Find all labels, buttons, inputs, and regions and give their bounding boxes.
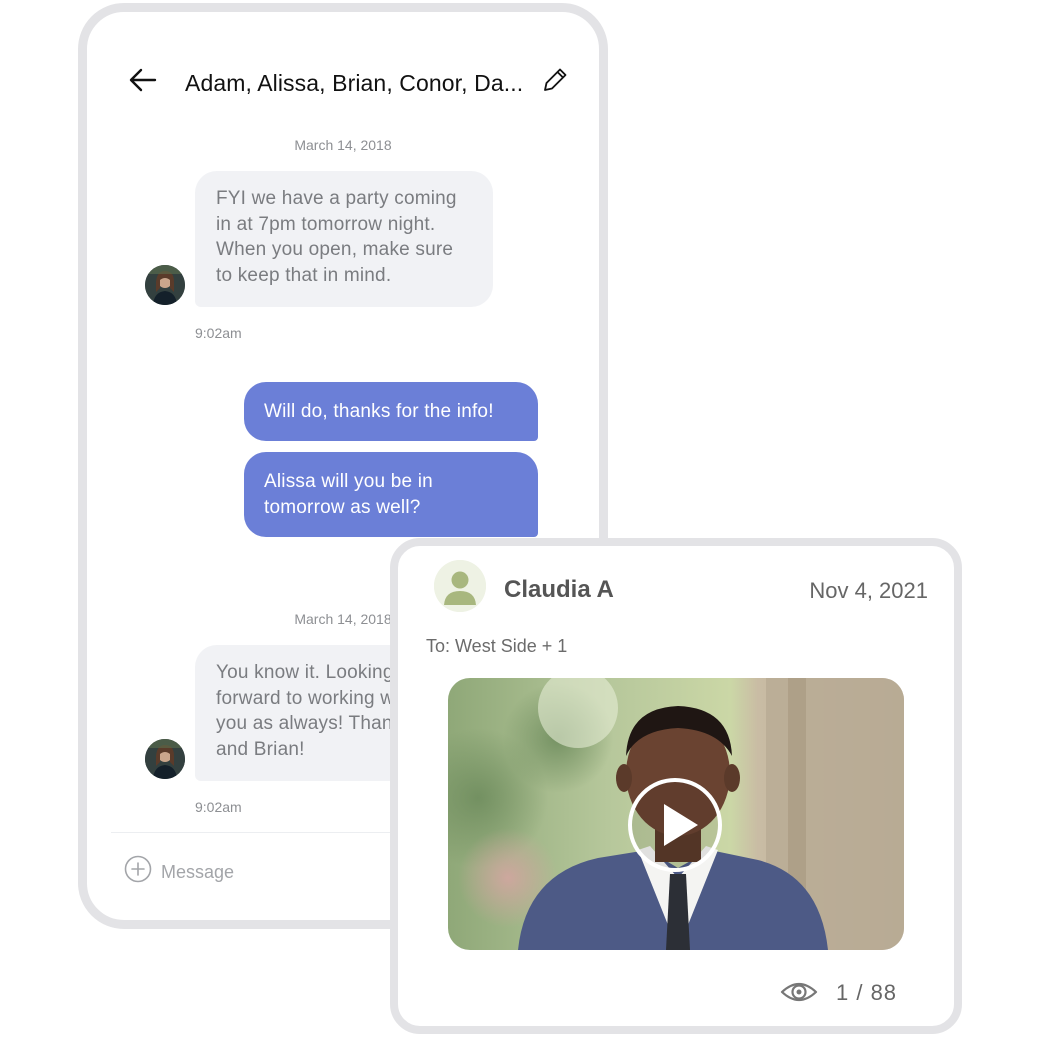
pencil-icon[interactable]	[539, 64, 571, 96]
date-separator: March 14, 2018	[294, 137, 392, 153]
user-avatar-icon	[434, 560, 486, 612]
recipients: To: West Side + 1	[426, 636, 568, 656]
outgoing-message-bubble: Will do, thanks for the info!	[244, 382, 538, 441]
video-thumbnail[interactable]	[448, 678, 904, 950]
chat-title: Adam, Alissa, Brian, Conor, Da...	[185, 70, 524, 96]
message-line: When you open, make sure	[216, 239, 454, 260]
view-count: 1 / 88	[836, 980, 898, 1005]
avatar	[145, 265, 185, 305]
sender-name: Claudia A	[504, 576, 614, 603]
incoming-message-bubble: FYI we have a party coming in at 7pm tom…	[195, 171, 493, 307]
arrow-left-icon[interactable]	[125, 62, 161, 98]
eye-icon	[780, 982, 818, 1002]
sent-date: Nov 4, 2021	[809, 578, 928, 603]
plus-circle-icon[interactable]	[123, 854, 153, 884]
message-line: in at 7pm tomorrow night.	[216, 213, 436, 235]
video-message-card[interactable]: Claudia A Nov 4, 2021 To: West Side + 1	[390, 538, 962, 1034]
outgoing-message-bubble: Alissa will you be in tomorrow as well?	[244, 452, 538, 537]
avatar	[145, 739, 185, 779]
play-icon[interactable]	[626, 776, 724, 874]
message-line: FYI we have a party coming	[216, 188, 457, 209]
message-line: Alissa will you be in	[264, 471, 433, 492]
message-line: tomorrow as well?	[264, 496, 421, 518]
message-line: Will do, thanks for the info!	[264, 401, 494, 422]
message-time: 9:02am	[195, 325, 242, 341]
message-line: to keep that in mind.	[216, 264, 392, 286]
message-time: 9:02am	[195, 799, 242, 815]
